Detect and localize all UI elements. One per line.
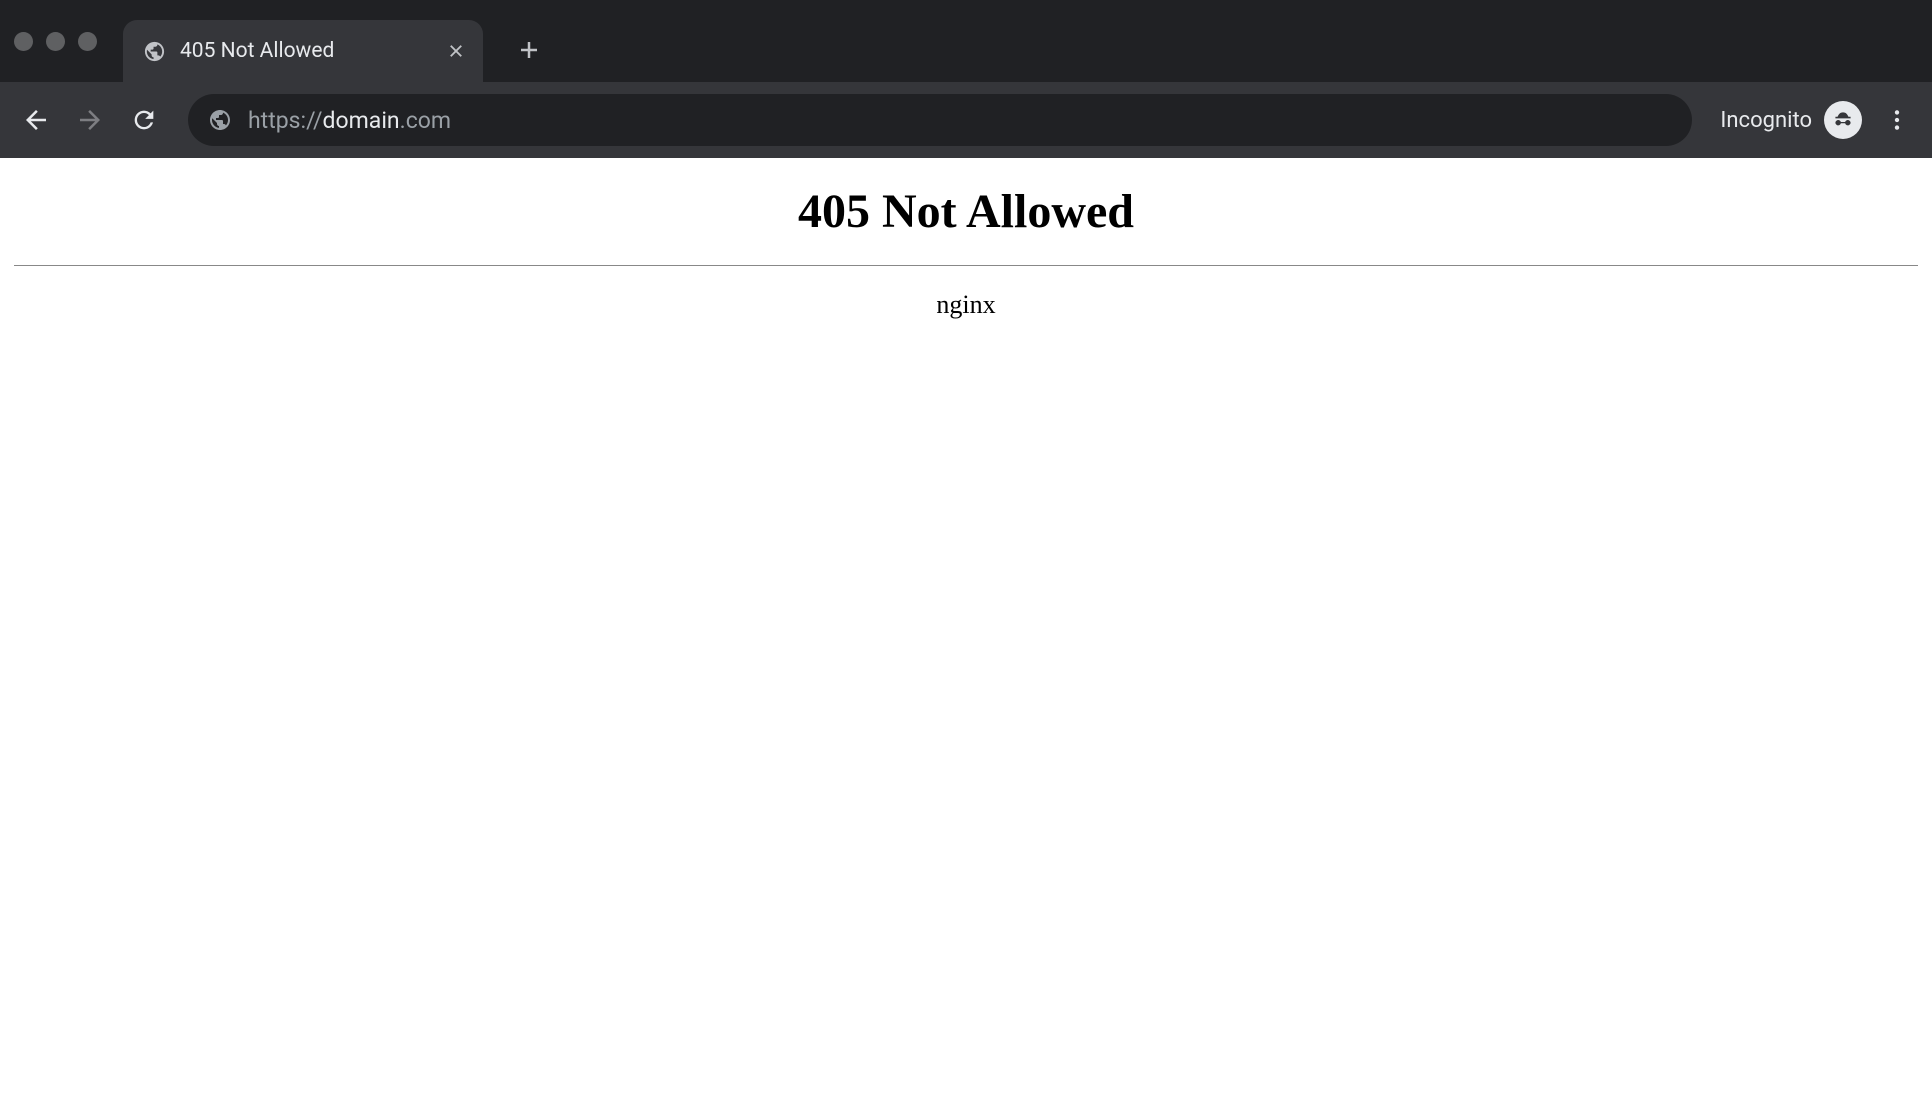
window-close-button[interactable]: [14, 32, 33, 51]
tab-title: 405 Not Allowed: [180, 39, 435, 63]
url-tld: .com: [400, 107, 451, 134]
url-host: domain: [323, 107, 400, 134]
toolbar: https://domain.com Incognito: [0, 82, 1932, 158]
page-content: 405 Not Allowed nginx: [0, 158, 1932, 338]
site-info-icon[interactable]: [208, 108, 232, 132]
window-maximize-button[interactable]: [78, 32, 97, 51]
toolbar-right: Incognito: [1720, 97, 1920, 143]
window-controls: [14, 32, 97, 51]
browser-chrome: 405 Not Allowed: [0, 0, 1932, 158]
url-text: https://domain.com: [248, 107, 451, 134]
window-minimize-button[interactable]: [46, 32, 65, 51]
error-heading: 405 Not Allowed: [14, 184, 1918, 239]
incognito-icon[interactable]: [1824, 101, 1862, 139]
incognito-label: Incognito: [1720, 108, 1812, 133]
reload-button[interactable]: [120, 96, 168, 144]
divider: [14, 265, 1918, 266]
browser-menu-button[interactable]: [1874, 97, 1920, 143]
tab-bar: 405 Not Allowed: [0, 0, 1932, 82]
back-button[interactable]: [12, 96, 60, 144]
new-tab-button[interactable]: [507, 28, 551, 72]
globe-icon: [143, 40, 166, 63]
browser-tab[interactable]: 405 Not Allowed: [123, 20, 483, 82]
url-protocol: https://: [248, 107, 323, 134]
tab-close-button[interactable]: [445, 40, 467, 62]
forward-button[interactable]: [66, 96, 114, 144]
address-bar[interactable]: https://domain.com: [188, 94, 1692, 146]
server-name: nginx: [14, 290, 1918, 320]
